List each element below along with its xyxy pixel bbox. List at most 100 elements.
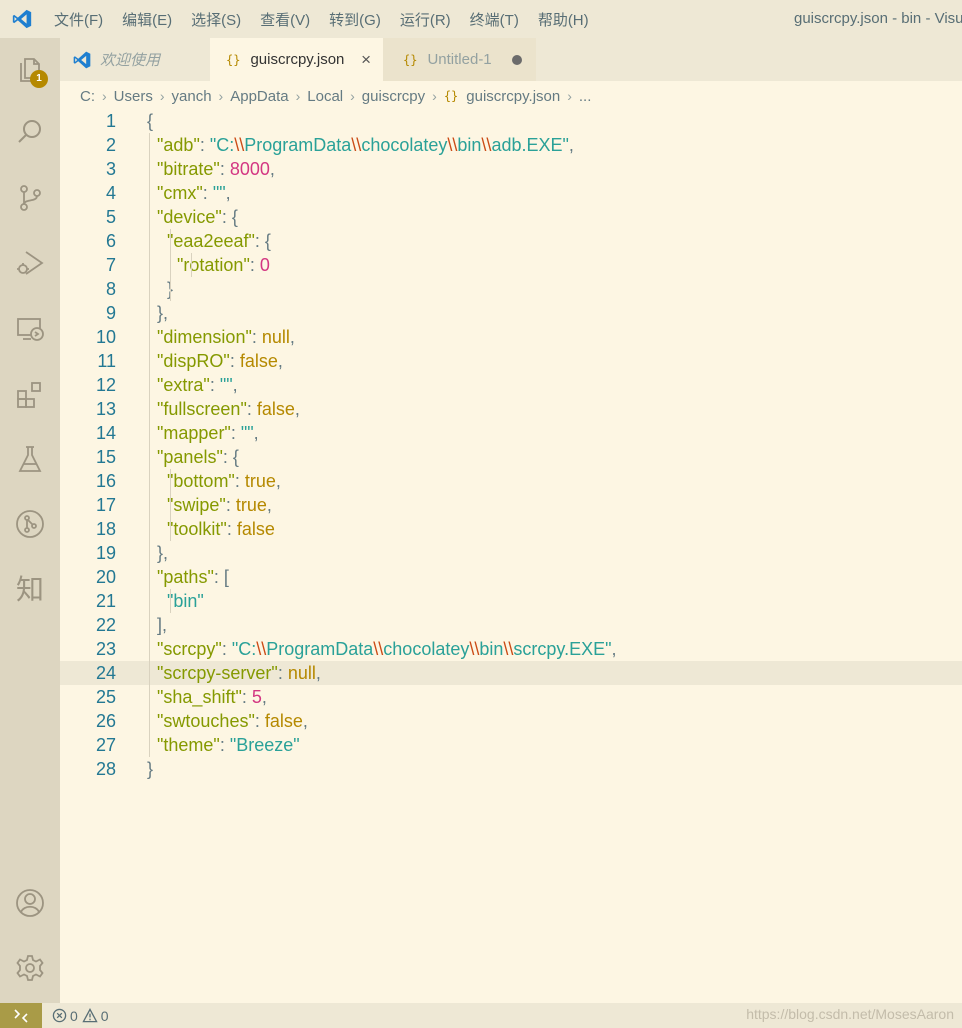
code-token: "Breeze" bbox=[229, 735, 300, 755]
menu-terminal[interactable]: 终端(T) bbox=[470, 9, 519, 30]
code-token: "scrcpy" bbox=[157, 639, 222, 659]
code-token: : bbox=[249, 255, 260, 275]
code-token: bin bbox=[479, 639, 504, 659]
testing-button[interactable] bbox=[0, 431, 60, 487]
code-token: : { bbox=[222, 447, 239, 467]
run-debug-button[interactable] bbox=[0, 235, 60, 291]
menu-view[interactable]: 查看(V) bbox=[260, 9, 310, 30]
code-token: : bbox=[209, 375, 220, 395]
line-number: 10 bbox=[95, 327, 116, 347]
code-line[interactable]: 26 "swtouches": false, bbox=[60, 709, 962, 733]
line-number: 2 bbox=[105, 135, 116, 155]
tab-untitled[interactable]: {} Untitled-1 bbox=[383, 38, 536, 81]
indent-guide bbox=[169, 229, 171, 301]
code-text: "cmx": "", bbox=[147, 181, 231, 205]
menu-go[interactable]: 转到(G) bbox=[329, 9, 381, 30]
code-line[interactable]: 14 "mapper": "", bbox=[60, 421, 962, 445]
code-token: "dimension" bbox=[157, 327, 252, 347]
code-line[interactable]: 13 "fullscreen": false, bbox=[60, 397, 962, 421]
code-line[interactable]: 19 }, bbox=[60, 541, 962, 565]
error-count: 0 bbox=[70, 1007, 78, 1024]
code-token: "bitrate" bbox=[157, 159, 220, 179]
remote-explorer-button[interactable] bbox=[0, 301, 60, 357]
code-token: "device" bbox=[157, 207, 222, 227]
code-token: , bbox=[269, 159, 275, 179]
code-line[interactable]: 17 "swipe": true, bbox=[60, 493, 962, 517]
breadcrumb: C: › Users › yanch › AppData › Local › guiscr… bbox=[60, 81, 962, 111]
search-button[interactable] bbox=[0, 104, 60, 160]
code-line[interactable]: 4 "cmx": "", bbox=[60, 181, 962, 205]
tab-guiscrcpy-label: guiscrcpy.json bbox=[250, 51, 345, 68]
menu-file[interactable]: 文件(F) bbox=[54, 9, 103, 30]
code-line[interactable]: 12 "extra": "", bbox=[60, 373, 962, 397]
code-token: , bbox=[277, 351, 283, 371]
menu-run[interactable]: 运行(R) bbox=[400, 9, 451, 30]
code-line[interactable]: 27 "theme": "Breeze" bbox=[60, 733, 962, 757]
code-line[interactable]: 15 "panels": { bbox=[60, 445, 962, 469]
code-text: ], bbox=[147, 613, 167, 637]
code-line[interactable]: 8 } bbox=[60, 277, 962, 301]
breadcrumb-item[interactable]: C: bbox=[80, 88, 95, 105]
code-line[interactable]: 11 "dispRO": false, bbox=[60, 349, 962, 373]
breadcrumb-item[interactable]: Users bbox=[114, 88, 153, 105]
code-line[interactable]: 10 "dimension": null, bbox=[60, 325, 962, 349]
code-line[interactable]: 5 "device": { bbox=[60, 205, 962, 229]
line-number: 26 bbox=[95, 711, 116, 731]
tab-guiscrcpy-json[interactable]: {} guiscrcpy.json × bbox=[210, 38, 383, 81]
code-editor[interactable]: 1{2 "adb": "C:\\ProgramData\\chocolatey\… bbox=[60, 109, 962, 1003]
code-line[interactable]: 24 "scrcpy-server": null, bbox=[60, 661, 962, 685]
tab-welcome[interactable]: 欢迎使用 bbox=[60, 38, 210, 81]
code-token: ], bbox=[147, 615, 168, 635]
code-token: : { bbox=[254, 231, 271, 251]
extensions-button[interactable] bbox=[0, 366, 60, 422]
flask-icon bbox=[18, 446, 42, 472]
git-graph-button[interactable] bbox=[0, 496, 60, 552]
explorer-button[interactable]: 1 bbox=[0, 40, 60, 96]
code-line[interactable]: 7 "rotation": 0 bbox=[60, 253, 962, 277]
code-line[interactable]: 23 "scrcpy": "C:\\ProgramData\\chocolate… bbox=[60, 637, 962, 661]
code-token: : bbox=[226, 519, 237, 539]
breadcrumb-item[interactable]: guiscrcpy.json bbox=[466, 88, 560, 105]
code-token: , bbox=[275, 471, 281, 491]
run-debug-icon bbox=[17, 251, 44, 275]
code-token: 5 bbox=[251, 687, 262, 707]
source-control-button[interactable] bbox=[0, 170, 60, 226]
breadcrumb-item[interactable]: ... bbox=[579, 88, 592, 105]
code-line[interactable]: 9 }, bbox=[60, 301, 962, 325]
accounts-button[interactable] bbox=[0, 875, 60, 931]
status-bar: 0 0 https://blog.csdn.net/MosesAaron bbox=[0, 1003, 962, 1028]
breadcrumb-item[interactable]: Local bbox=[307, 88, 343, 105]
code-token: "paths" bbox=[157, 567, 214, 587]
menu-help[interactable]: 帮助(H) bbox=[538, 9, 589, 30]
code-line[interactable]: 20 "paths": [ bbox=[60, 565, 962, 589]
close-icon[interactable]: × bbox=[361, 50, 371, 70]
tab-welcome-label: 欢迎使用 bbox=[100, 52, 161, 69]
code-line[interactable]: 22 ], bbox=[60, 613, 962, 637]
code-line[interactable]: 28} bbox=[60, 757, 962, 781]
settings-button[interactable] bbox=[0, 940, 60, 996]
menu-selection[interactable]: 选择(S) bbox=[191, 9, 241, 30]
code-line[interactable]: 25 "sha_shift": 5, bbox=[60, 685, 962, 709]
code-token: \\ bbox=[469, 639, 480, 659]
code-line[interactable]: 6 "eaa2eeaf": { bbox=[60, 229, 962, 253]
code-token: ProgramData bbox=[266, 639, 374, 659]
code-line[interactable]: 1{ bbox=[60, 109, 962, 133]
code-token: : bbox=[221, 639, 232, 659]
unsaved-dot-icon[interactable] bbox=[512, 55, 522, 65]
code-line[interactable]: 21 "bin" bbox=[60, 589, 962, 613]
code-token: "toolkit" bbox=[167, 519, 227, 539]
code-line[interactable]: 3 "bitrate": 8000, bbox=[60, 157, 962, 181]
code-line[interactable]: 18 "toolkit": false bbox=[60, 517, 962, 541]
zhi-icon: 知 bbox=[15, 573, 44, 606]
breadcrumb-item[interactable]: AppData bbox=[230, 88, 288, 105]
remote-indicator[interactable] bbox=[0, 1003, 42, 1028]
breadcrumb-item[interactable]: yanch bbox=[172, 88, 212, 105]
zhi-button[interactable]: 知 bbox=[0, 560, 60, 616]
problems-indicator[interactable]: 0 0 bbox=[52, 1008, 113, 1024]
breadcrumb-item[interactable]: guiscrcpy bbox=[362, 88, 425, 105]
code-line[interactable]: 16 "bottom": true, bbox=[60, 469, 962, 493]
code-text: "sha_shift": 5, bbox=[147, 685, 267, 709]
code-line[interactable]: 2 "adb": "C:\\ProgramData\\chocolatey\\b… bbox=[60, 133, 962, 157]
menu-edit[interactable]: 编辑(E) bbox=[122, 9, 172, 30]
